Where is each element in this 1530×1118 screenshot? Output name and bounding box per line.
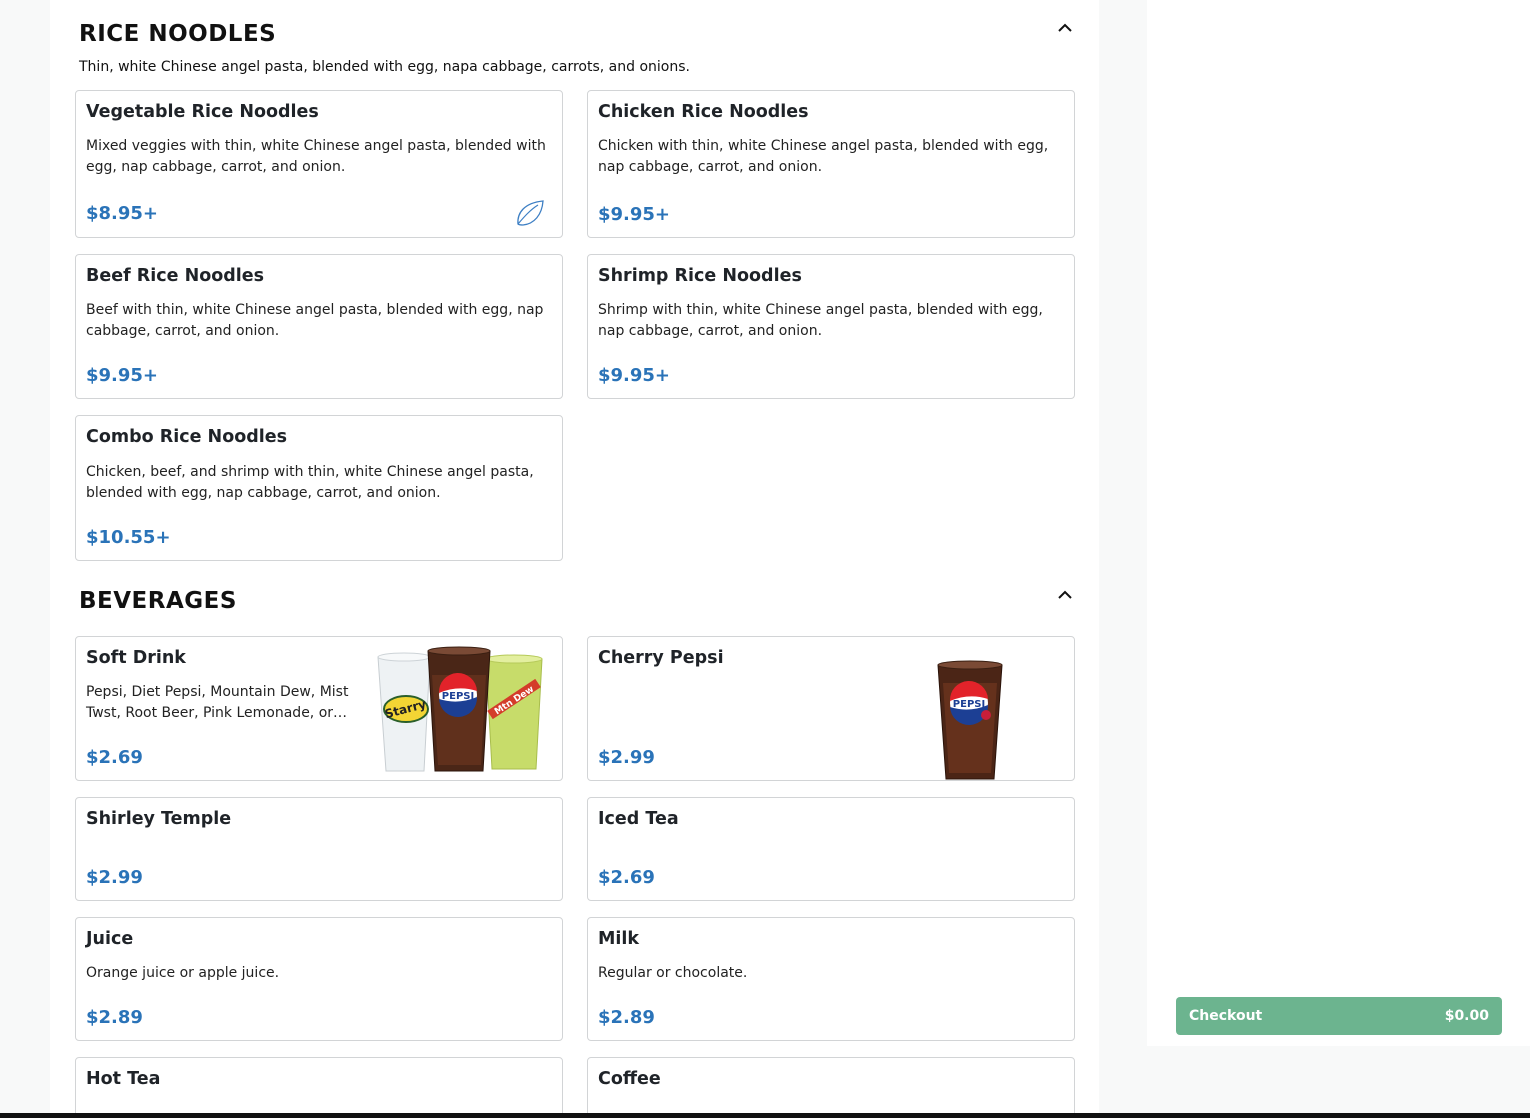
item-name: Milk bbox=[598, 929, 640, 949]
item-name: Soft Drink bbox=[86, 648, 186, 668]
item-name: Shirley Temple bbox=[86, 809, 232, 829]
item-description: Orange juice or apple juice. bbox=[86, 965, 280, 981]
item-price: $8.95+ bbox=[86, 203, 159, 224]
item-description: Chicken, beef, and shrimp with thin, whi… bbox=[86, 464, 534, 501]
item-price: $9.95+ bbox=[86, 365, 159, 386]
collapse-beverages-button[interactable] bbox=[1055, 585, 1075, 605]
item-price: $2.69 bbox=[598, 867, 655, 888]
item-name: Hot Tea bbox=[86, 1069, 161, 1089]
item-price: $9.95+ bbox=[598, 204, 671, 225]
menu-item-card[interactable]: Combo Rice Noodles Chicken, beef, and sh… bbox=[75, 415, 563, 561]
item-price: $2.89 bbox=[598, 1007, 655, 1028]
section-title-beverages: BEVERAGES bbox=[79, 588, 237, 614]
menu-item-card[interactable]: Chicken Rice Noodles Chicken with thin, … bbox=[587, 90, 1075, 238]
cup-logo-text: PEPSI bbox=[442, 691, 474, 702]
item-name: Iced Tea bbox=[598, 809, 679, 829]
section-title-rice-noodles: RICE NOODLES bbox=[79, 21, 277, 47]
checkout-label: Checkout bbox=[1189, 1008, 1263, 1024]
item-description: Chicken with thin, white Chinese angel p… bbox=[598, 138, 1049, 175]
item-description: Shrimp with thin, white Chinese angel pa… bbox=[598, 302, 1043, 339]
menu-item-card[interactable]: Vegetable Rice Noodles Mixed veggies wit… bbox=[75, 90, 563, 238]
item-price: $2.69 bbox=[86, 747, 143, 768]
item-name: Combo Rice Noodles bbox=[86, 427, 288, 447]
menu-item-card[interactable]: Soft Drink Pepsi, Diet Pepsi, Mountain D… bbox=[75, 636, 563, 781]
item-name: Chicken Rice Noodles bbox=[598, 102, 809, 122]
menu-item-card[interactable]: Shirley Temple $2.99 bbox=[75, 797, 563, 901]
menu-item-card[interactable]: Coffee bbox=[587, 1057, 1075, 1118]
item-name: Coffee bbox=[598, 1069, 661, 1089]
item-price: $10.55+ bbox=[86, 527, 171, 548]
item-description: Regular or chocolate. bbox=[598, 965, 748, 981]
cup-logo-text: PEPSI bbox=[953, 699, 985, 710]
chevron-up-icon bbox=[1058, 23, 1072, 32]
item-price: $2.99 bbox=[86, 867, 143, 888]
bottom-edge-bar bbox=[0, 1113, 1530, 1118]
menu-item-card[interactable]: Beef Rice Noodles Beef with thin, white … bbox=[75, 254, 563, 399]
item-price: $2.89 bbox=[86, 1007, 143, 1028]
section-description-rice-noodles: Thin, white Chinese angel pasta, blended… bbox=[79, 59, 690, 75]
menu-item-card[interactable]: Shrimp Rice Noodles Shrimp with thin, wh… bbox=[587, 254, 1075, 399]
item-description: Beef with thin, white Chinese angel past… bbox=[86, 302, 544, 339]
item-price: $2.99 bbox=[598, 747, 655, 768]
menu-item-card[interactable]: Cherry Pepsi $2.99 PEPSI bbox=[587, 636, 1075, 781]
chevron-up-icon bbox=[1058, 590, 1072, 599]
item-name: Shrimp Rice Noodles bbox=[598, 266, 802, 286]
menu-item-card[interactable]: Juice Orange juice or apple juice. $2.89 bbox=[75, 917, 563, 1041]
collapse-rice-noodles-button[interactable] bbox=[1055, 18, 1075, 38]
checkout-total: $0.00 bbox=[1444, 1008, 1489, 1024]
cherry-pepsi-cup-image: PEPSI bbox=[937, 660, 1003, 780]
item-description: Pepsi, Diet Pepsi, Mountain Dew, Mist Tw… bbox=[86, 684, 349, 721]
item-description: Mixed veggies with thin, white Chinese a… bbox=[86, 138, 546, 175]
leaf-icon bbox=[517, 200, 544, 226]
menu-item-card[interactable]: Hot Tea bbox=[75, 1057, 563, 1118]
soft-drink-cups-image: Starry Mtn Dew PEPSI bbox=[377, 646, 543, 772]
item-name: Cherry Pepsi bbox=[598, 648, 724, 668]
item-name: Beef Rice Noodles bbox=[86, 266, 265, 286]
menu-item-card[interactable]: Iced Tea $2.69 bbox=[587, 797, 1075, 901]
item-name: Juice bbox=[86, 929, 134, 949]
cart-panel bbox=[1147, 0, 1530, 1046]
item-name: Vegetable Rice Noodles bbox=[86, 102, 319, 122]
menu-item-card[interactable]: Milk Regular or chocolate. $2.89 bbox=[587, 917, 1075, 1041]
item-price: $9.95+ bbox=[598, 365, 671, 386]
checkout-button[interactable]: Checkout $0.00 bbox=[1176, 997, 1502, 1035]
